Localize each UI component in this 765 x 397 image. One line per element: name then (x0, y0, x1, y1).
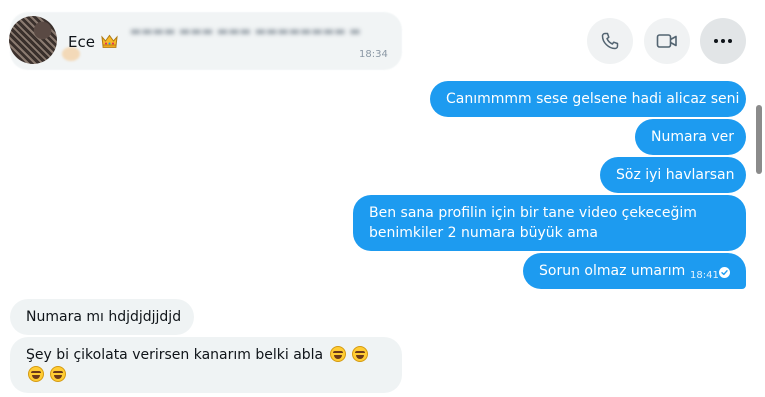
message-text: Ben sana profilin için bir tane video çe… (369, 205, 697, 241)
grinning-sweat-emoji-icon (28, 366, 44, 382)
outgoing-message[interactable]: Canımmmm sese gelsene hadi alicaz seni (430, 81, 746, 117)
contact-name[interactable]: Ece (68, 33, 95, 51)
more-icon (714, 39, 732, 43)
message-text: Sorun olmaz umarım (539, 263, 686, 279)
phone-icon (601, 32, 619, 50)
message-time: 18:41 (690, 270, 719, 281)
message-text: Numara ver (651, 129, 735, 145)
message-text: Numara mı hdjdjdjjdjd (26, 309, 182, 325)
crown-icon (101, 34, 118, 48)
grinning-sweat-emoji-icon (50, 366, 67, 382)
message-text: Canımmmm sese gelsene hadi alicaz seni (446, 91, 740, 107)
chat-window: ▬▬▬▬ ▬▬▬ ▬▬▬ ▬▬▬▬▬▬▬▬ ▬ 18:34 Ece Canımm… (0, 0, 765, 397)
conversation-header: Ece (0, 0, 765, 80)
video-call-button[interactable] (644, 18, 690, 64)
message-text: Söz iyi havlarsan (616, 167, 735, 183)
grinning-sweat-emoji-icon (352, 346, 369, 362)
grinning-sweat-emoji-icon (329, 346, 346, 362)
outgoing-message[interactable]: Ben sana profilin için bir tane video çe… (353, 195, 746, 251)
scrollbar-thumb[interactable] (756, 105, 762, 174)
more-options-button[interactable] (700, 18, 746, 64)
avatar[interactable] (9, 16, 57, 64)
outgoing-message[interactable]: Numara ver (635, 119, 746, 155)
incoming-message[interactable]: Şey bi çikolata verirsen kanarım belki a… (10, 337, 402, 393)
outgoing-message[interactable]: Söz iyi havlarsan (600, 157, 746, 193)
video-camera-icon (656, 34, 677, 48)
message-text: Şey bi çikolata verirsen kanarım belki a… (26, 347, 324, 363)
voice-call-button[interactable] (587, 18, 633, 64)
sent-check-icon (719, 267, 730, 278)
incoming-message[interactable]: Numara mı hdjdjdjjdjd (10, 299, 194, 335)
outgoing-message[interactable]: Sorun olmaz umarım 18:41 (523, 253, 746, 289)
